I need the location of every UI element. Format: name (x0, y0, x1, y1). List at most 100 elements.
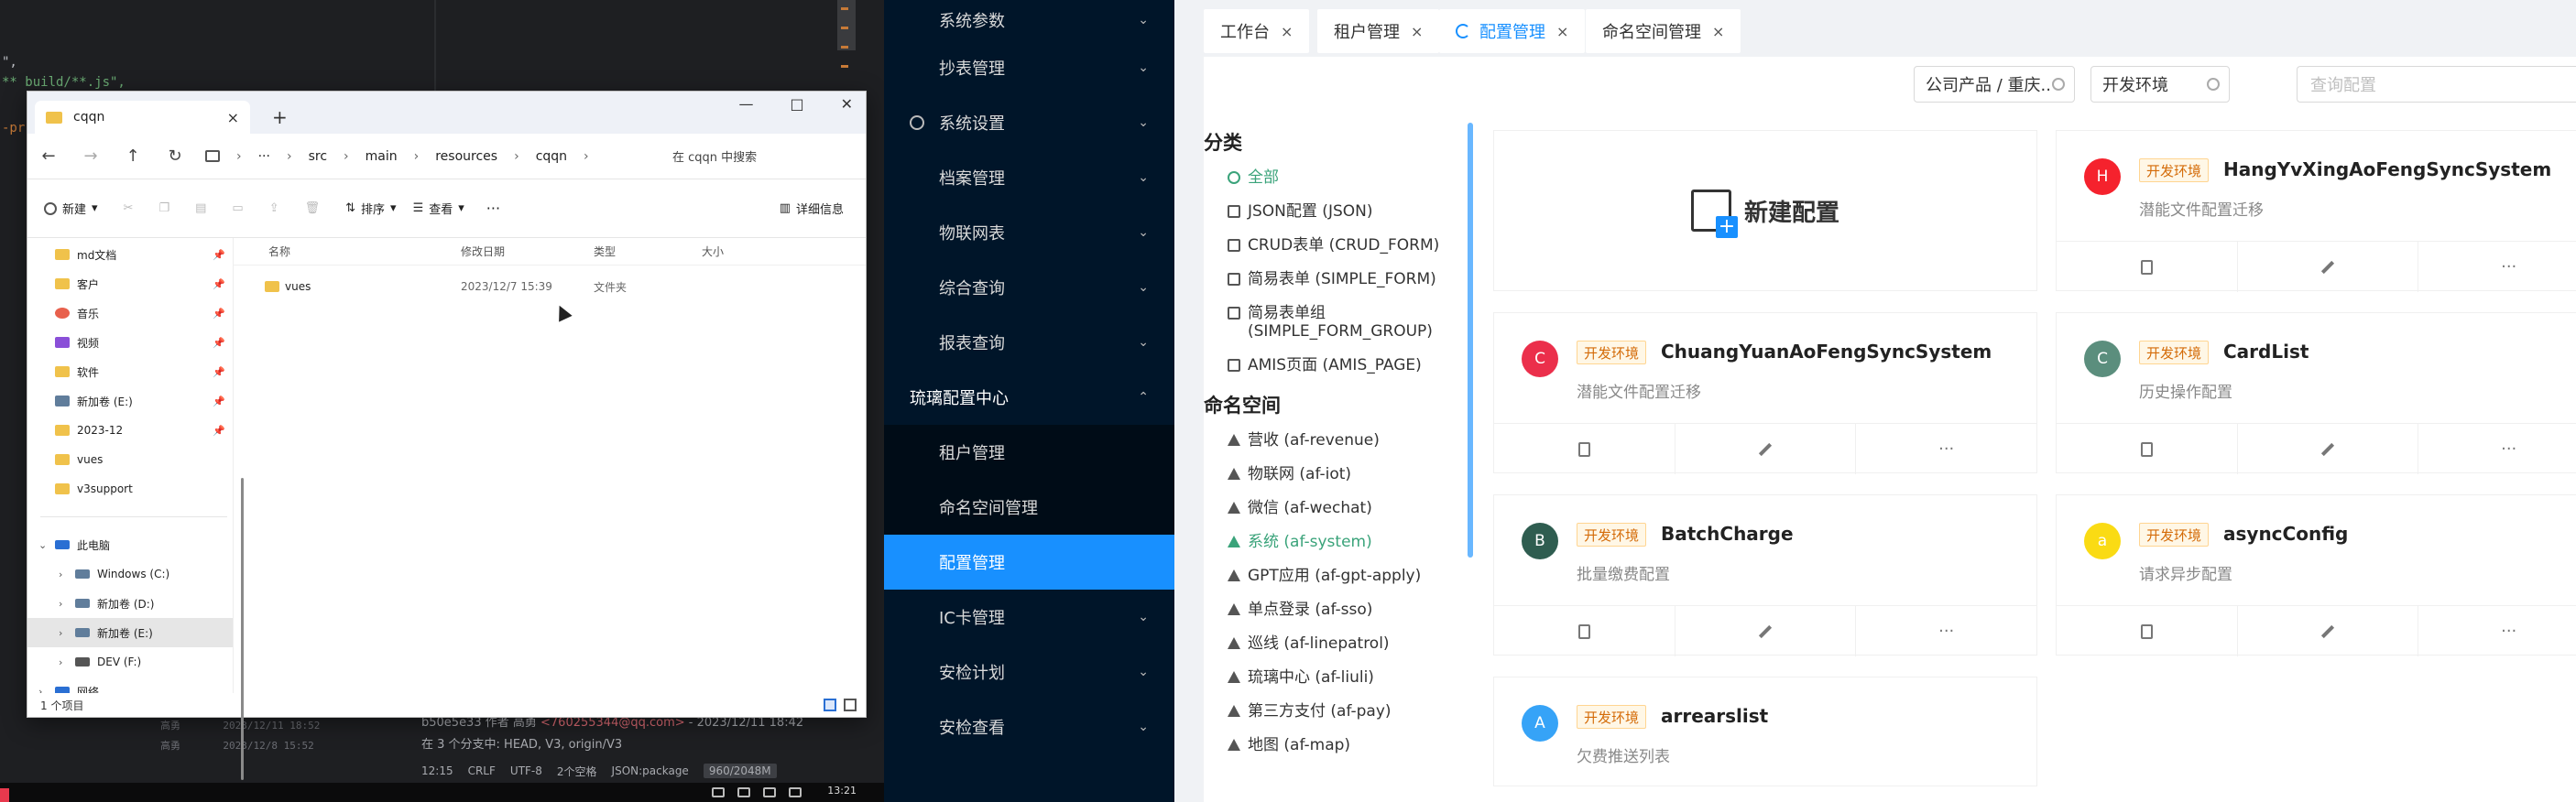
nav-network[interactable]: › 网络 (27, 677, 233, 693)
namespace-item[interactable]: 微信 (af-wechat) (1204, 499, 1479, 517)
file-row[interactable]: vues 2023/12/7 15:39 文件夹 (234, 273, 866, 300)
refresh-button[interactable]: ↻ (154, 146, 196, 166)
menu-item-namespace[interactable]: 命名空间管理 (884, 480, 1174, 535)
status-cursor[interactable]: 12:15 (421, 764, 453, 777)
chevron-down-icon[interactable]: ⌄ (38, 539, 55, 551)
clear-icon[interactable] (2052, 78, 2065, 91)
rename-button[interactable]: ▭ (232, 201, 243, 215)
copy-button[interactable] (2057, 606, 2238, 656)
more-button[interactable]: ··· (1856, 606, 2036, 656)
delete-button[interactable]: 🗑 (305, 201, 321, 215)
namespace-item[interactable]: 地图 (af-map) (1204, 736, 1479, 754)
nav-item[interactable]: v3support (27, 474, 233, 504)
namespace-item[interactable]: 琉璃中心 (af-liuli) (1204, 668, 1479, 687)
nav-item[interactable]: 音乐 📌 (27, 298, 233, 328)
menu-item-config[interactable]: 配置管理 (884, 535, 1174, 590)
new-tab-button[interactable]: + (272, 106, 288, 128)
menu-item[interactable]: 报表查询 ⌄ (884, 315, 1174, 370)
config-card[interactable]: H 开发环境 HangYvXingAoFengSyncSystem 潜能文件配置迁移 … (2056, 130, 2576, 292)
explorer-search-input[interactable]: 在 cqqn 中搜索 (672, 147, 856, 165)
commit-email[interactable]: <760255344@qq.com> (540, 716, 685, 730)
close-window-button[interactable]: ✕ (841, 95, 853, 113)
details-view-icon[interactable] (824, 699, 836, 711)
chevron-right-icon[interactable]: › (59, 569, 75, 580)
cut-button[interactable]: ✂ (124, 201, 134, 215)
nav-drive[interactable]: › 新加卷 (D:) (27, 589, 233, 618)
close-icon[interactable]: × (1411, 23, 1423, 40)
more-button[interactable]: ··· (1856, 424, 2036, 474)
tray-icon[interactable] (789, 787, 802, 797)
chevron-right-icon[interactable]: › (59, 656, 75, 668)
menu-item[interactable]: 物联网表 ⌄ (884, 205, 1174, 260)
status-memory[interactable]: 960/2048M (703, 764, 777, 778)
tray-icon[interactable] (763, 787, 776, 797)
tab-config[interactable]: 配置管理 × (1439, 9, 1586, 53)
config-card[interactable]: C 开发环境 ChuangYuanAoFengSyncSystem 潜能文件配置迁移 … (1493, 312, 2037, 474)
view-button[interactable]: ☰ 查看 ▾ (413, 200, 464, 217)
address-bar[interactable]: › ··· › src › main › resources › cqqn › (205, 141, 656, 172)
share-button[interactable]: ⇪ (269, 201, 279, 215)
nav-item[interactable]: 软件 📌 (27, 357, 233, 386)
more-button[interactable]: ··· (2418, 242, 2576, 292)
copy-button[interactable] (2057, 242, 2238, 292)
explorer-titlebar[interactable]: cqqn × + — □ ✕ (27, 92, 866, 134)
path-segment[interactable]: main (366, 149, 398, 164)
category-item[interactable]: AMIS页面 (AMIS_PAGE) (1204, 356, 1479, 374)
copy-button[interactable] (2057, 424, 2238, 474)
menu-item[interactable]: 综合查询 ⌄ (884, 260, 1174, 315)
config-search-input[interactable]: 查询配置 (2297, 66, 2576, 103)
nav-item[interactable]: vues (27, 445, 233, 474)
category-item[interactable]: 简易表单组 (SIMPLE_FORM_GROUP) (1204, 304, 1479, 341)
status-line-ending[interactable]: CRLF (468, 764, 496, 777)
edit-button[interactable] (1675, 606, 1857, 656)
maximize-button[interactable]: □ (790, 95, 803, 113)
namespace-item[interactable]: 物联网 (af-iot) (1204, 465, 1479, 483)
edit-button[interactable] (1675, 424, 1857, 474)
menu-item[interactable]: 系统设置 ⌄ (884, 95, 1174, 150)
status-schema[interactable]: JSON:package (612, 764, 689, 777)
nav-drive[interactable]: › 新加卷 (E:) (27, 618, 233, 647)
menu-item-tenant[interactable]: 租户管理 (884, 425, 1174, 480)
edit-button[interactable] (2238, 242, 2419, 292)
status-encoding[interactable]: UTF-8 (510, 764, 542, 777)
chevron-right-icon[interactable]: › (59, 598, 75, 610)
nav-this-pc[interactable]: ⌄ 此电脑 (27, 530, 233, 559)
refresh-icon[interactable] (1456, 24, 1470, 38)
more-button[interactable]: ··· (2418, 606, 2576, 656)
tab-namespace[interactable]: 命名空间管理 × (1586, 9, 1741, 53)
menu-item[interactable]: IC卡管理 ⌄ (884, 590, 1174, 645)
category-item[interactable]: CRUD表单 (CRUD_FORM) (1204, 236, 1479, 255)
column-date[interactable]: 修改日期 (461, 244, 594, 259)
new-button[interactable]: 新建 ▾ (44, 200, 98, 217)
edit-button[interactable] (2238, 424, 2419, 474)
column-size[interactable]: 大小 (702, 244, 775, 259)
namespace-item[interactable]: 单点登录 (af-sso) (1204, 601, 1479, 619)
namespace-item[interactable]: GPT应用 (af-gpt-apply) (1204, 567, 1479, 585)
copy-button[interactable]: ❐ (158, 201, 169, 215)
chevron-right-icon[interactable]: › (38, 686, 55, 694)
close-icon[interactable]: × (1281, 23, 1293, 40)
menu-item[interactable]: 档案管理 ⌄ (884, 150, 1174, 205)
back-button[interactable]: ← (27, 146, 70, 166)
clear-icon[interactable] (2207, 78, 2220, 91)
namespace-item[interactable]: 巡线 (af-linepatrol) (1204, 634, 1479, 653)
app-icon[interactable] (0, 788, 9, 802)
category-item[interactable]: JSON配置 (JSON) (1204, 202, 1479, 221)
paste-button[interactable]: ▤ (195, 201, 206, 215)
copy-button[interactable] (1494, 424, 1675, 474)
config-card[interactable]: a 开发环境 asyncConfig 请求异步配置 ··· (2056, 494, 2576, 656)
category-item[interactable]: 简易表单 (SIMPLE_FORM) (1204, 270, 1479, 288)
copy-button[interactable] (1494, 606, 1675, 656)
menu-item[interactable]: 抄表管理 ⌄ (884, 40, 1174, 95)
chevron-right-icon[interactable]: › (59, 627, 75, 639)
minimize-button[interactable]: — (738, 95, 753, 113)
up-button[interactable]: ↑ (112, 146, 154, 166)
config-card[interactable]: B 开发环境 BatchCharge 批量缴费配置 ··· (1493, 494, 2037, 656)
nav-item[interactable]: 新加卷 (E:) 📌 (27, 386, 233, 416)
details-button[interactable]: ▥ 详细信息 (780, 200, 844, 217)
category-item-all[interactable]: 全部 (1204, 168, 1479, 187)
namespace-item[interactable]: 第三方支付 (af-pay) (1204, 702, 1479, 721)
nav-drive[interactable]: › Windows (C:) (27, 559, 233, 589)
nav-drive[interactable]: › DEV (F:) (27, 647, 233, 677)
more-button[interactable]: ··· (486, 200, 500, 217)
